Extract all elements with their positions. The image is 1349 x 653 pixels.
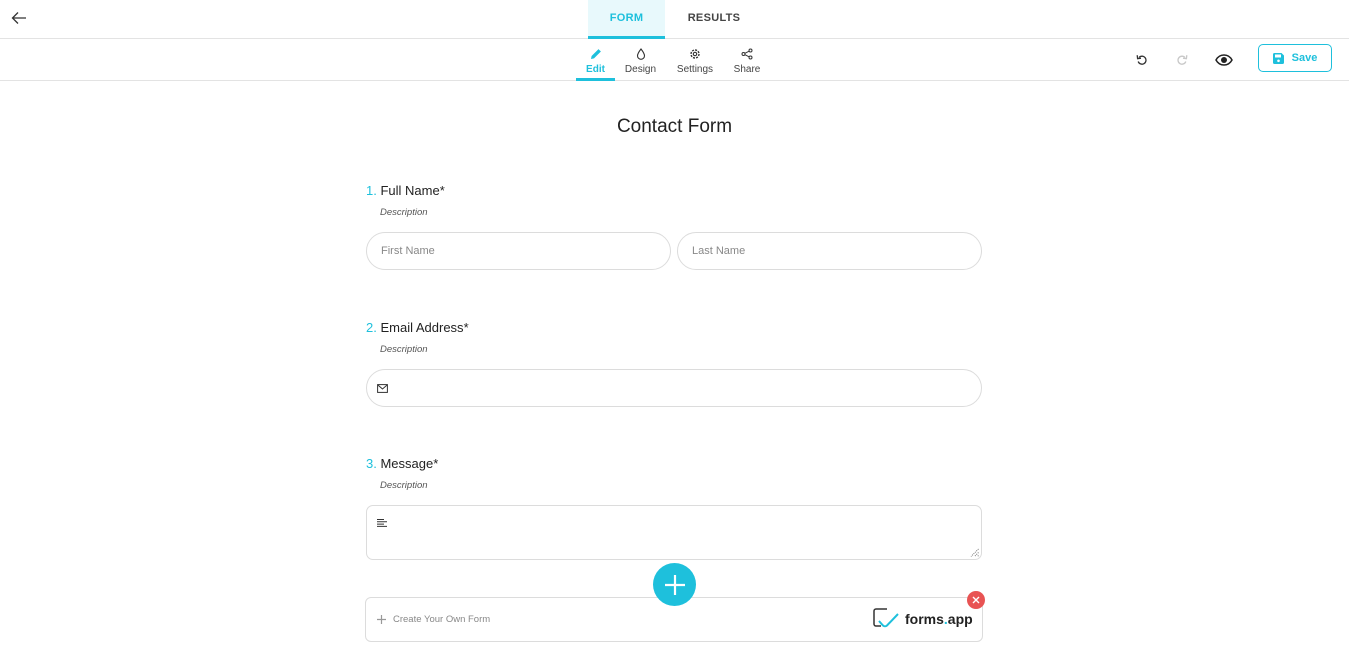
question-label[interactable]: 3. Message*: [366, 456, 982, 474]
question-email: 2. Email Address* Description: [366, 320, 982, 407]
brand-name: forms.app: [905, 611, 973, 627]
envelope-icon: [377, 383, 388, 393]
pencil-icon: [590, 47, 602, 61]
question-label[interactable]: 2. Email Address*: [366, 320, 982, 338]
brand-name-suffix: app: [947, 611, 973, 627]
undo-button[interactable]: [1132, 50, 1152, 70]
redo-icon: [1177, 55, 1188, 65]
back-button[interactable]: [8, 7, 30, 29]
sub-tab-label: Design: [624, 64, 657, 75]
plus-icon: [377, 615, 386, 624]
question-description[interactable]: Description: [380, 344, 982, 358]
sub-tab-label: Edit: [586, 64, 605, 75]
message-textarea[interactable]: [366, 505, 982, 560]
question-number: 1.: [366, 183, 377, 198]
brand-name-prefix: forms: [905, 611, 944, 627]
close-promo-button[interactable]: [967, 591, 985, 609]
question-title: Full Name: [380, 183, 440, 198]
top-bar: FORM RESULTS: [0, 0, 1349, 39]
question-description[interactable]: Description: [380, 207, 982, 221]
create-form-label: Create Your Own Form: [393, 614, 491, 625]
undo-icon: [1136, 55, 1147, 65]
resize-handle-icon[interactable]: [970, 548, 979, 557]
add-question-button[interactable]: [653, 563, 696, 606]
form-title[interactable]: Contact Form: [0, 116, 1349, 138]
tab-form[interactable]: FORM: [588, 0, 665, 39]
forms-app-logo[interactable]: forms.app: [873, 608, 973, 630]
question-message: 3. Message* Description: [366, 456, 982, 560]
required-mark: *: [463, 320, 469, 335]
editor-sub-tabs: Edit Design Settings Share: [576, 39, 770, 81]
question-label[interactable]: 1. Full Name*: [366, 183, 982, 201]
forms-app-logo-icon: [873, 608, 899, 628]
sub-tab-edit[interactable]: Edit: [576, 39, 615, 81]
droplet-icon: [636, 47, 646, 61]
sub-tab-design[interactable]: Design: [615, 39, 666, 81]
question-title: Message: [380, 456, 434, 471]
email-input[interactable]: [366, 369, 982, 407]
eye-icon: [1215, 54, 1233, 66]
last-name-input[interactable]: Last Name: [677, 232, 982, 270]
required-mark: *: [439, 183, 445, 198]
floppy-disk-icon: [1272, 52, 1284, 64]
question-number: 2.: [366, 320, 377, 335]
preview-button[interactable]: [1214, 50, 1234, 70]
editor-toolbar: Edit Design Settings Share Save: [0, 39, 1349, 81]
sub-tab-label: Settings: [676, 64, 714, 75]
redo-button[interactable]: [1172, 50, 1192, 70]
gear-icon: [689, 47, 701, 61]
tab-results[interactable]: RESULTS: [665, 0, 763, 39]
share-icon: [741, 47, 753, 61]
save-button[interactable]: Save: [1258, 44, 1332, 72]
plus-icon: [664, 574, 685, 595]
sub-tab-label: Share: [733, 64, 761, 75]
create-form-link[interactable]: Create Your Own Form: [377, 614, 490, 625]
text-lines-icon: [377, 519, 387, 527]
question-full-name: 1. Full Name* Description First Name Las…: [366, 183, 982, 270]
question-title: Email Address: [380, 320, 464, 335]
sub-tab-settings[interactable]: Settings: [666, 39, 724, 81]
question-number: 3.: [366, 456, 377, 471]
main-tabs: FORM RESULTS: [588, 0, 763, 39]
save-label: Save: [1291, 52, 1318, 64]
first-name-input[interactable]: First Name: [366, 232, 671, 270]
question-description[interactable]: Description: [380, 480, 982, 494]
required-mark: *: [433, 456, 439, 471]
arrow-left-icon: [11, 12, 26, 24]
sub-tab-share[interactable]: Share: [724, 39, 770, 81]
close-icon: [972, 596, 980, 604]
